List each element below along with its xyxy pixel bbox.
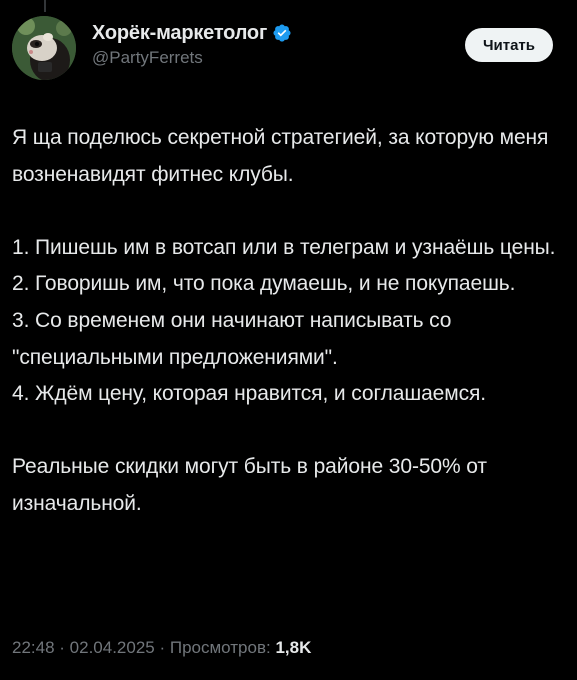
tweet-step-2: 2. Говоришь им, что пока думаешь, и не п…: [12, 272, 516, 296]
tweet-time[interactable]: 22:48: [12, 638, 55, 657]
meta-separator: ·: [154, 638, 170, 657]
name-row: Хорёк-маркетолог: [92, 20, 292, 46]
tweet-text: Я ща поделюсь секретной стратегией, за к…: [12, 120, 562, 523]
author-handle[interactable]: @PartyFerrets: [92, 48, 292, 68]
thread-connector-line: [44, 0, 46, 12]
display-name[interactable]: Хорёк-маркетолог: [92, 22, 267, 45]
tweet-intro: Я ща поделюсь секретной стратегией, за к…: [12, 126, 549, 186]
tweet-date[interactable]: 02.04.2025: [70, 638, 155, 657]
avatar[interactable]: [12, 16, 76, 80]
meta-separator: ·: [54, 638, 70, 657]
tweet-conclusion: Реальные скидки могут быть в районе 30-5…: [12, 455, 487, 515]
views-count[interactable]: 1,8K: [275, 638, 311, 657]
tweet-header: Хорёк-маркетолог @PartyFerrets Читать: [12, 16, 565, 80]
views-label: Просмотров:: [169, 638, 271, 657]
tweet-step-1: 1. Пишешь им в вотсап или в телеграм и у…: [12, 235, 556, 259]
tweet-step-3: 3. Со временем они начинают написывать с…: [12, 308, 452, 369]
follow-button[interactable]: Читать: [464, 28, 553, 62]
ferret-avatar-icon: [12, 16, 76, 80]
tweet-meta: 22:48 · 02.04.2025 · Просмотров: 1,8K: [12, 638, 311, 658]
tweet-step-4: 4. Ждём цену, которая нравится, и соглаш…: [12, 382, 486, 406]
verified-badge-icon: [272, 23, 292, 43]
author-info: Хорёк-маркетолог @PartyFerrets: [92, 20, 292, 68]
